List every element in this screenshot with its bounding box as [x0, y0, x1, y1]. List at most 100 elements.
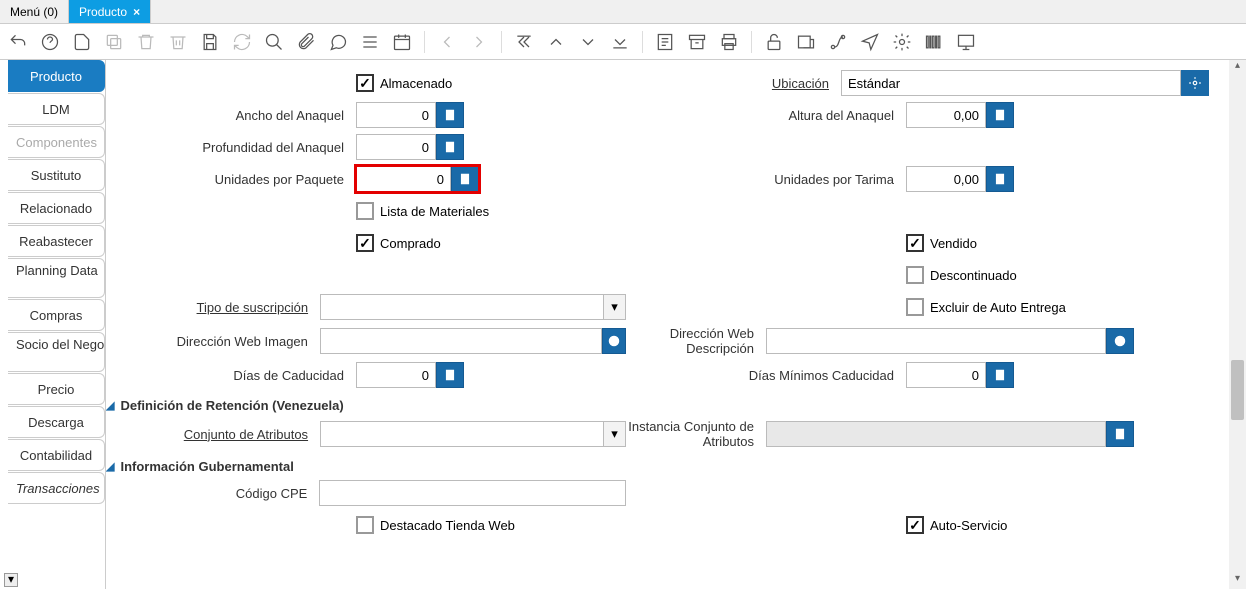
screen-icon[interactable] [956, 32, 976, 52]
close-icon[interactable]: × [133, 5, 140, 19]
sidebar-item-producto[interactable]: Producto [8, 60, 105, 92]
calendar-icon[interactable] [392, 32, 412, 52]
section-gubernamental[interactable]: ◢Información Gubernamental [106, 459, 1209, 474]
report-icon[interactable] [655, 32, 675, 52]
utar-input[interactable] [906, 166, 986, 192]
tab-menu[interactable]: Menú (0) [0, 0, 69, 23]
copy-icon[interactable] [104, 32, 124, 52]
sidebar-item-sustituto[interactable]: Sustituto [8, 159, 105, 191]
ica-input [766, 421, 1106, 447]
altura-calc-button[interactable] [986, 102, 1014, 128]
sidebar-item-transacciones[interactable]: Transacciones [8, 472, 105, 504]
sidebar-item-socio[interactable]: Socio del Negocio [8, 332, 105, 372]
catr-label[interactable]: Conjunto de Atributos [106, 427, 320, 442]
scroll-down-icon[interactable]: ▾ [1229, 573, 1246, 589]
gear-icon[interactable] [892, 32, 912, 52]
tab-producto[interactable]: Producto× [69, 0, 151, 23]
ubicacion-label[interactable]: Ubicación [561, 76, 841, 91]
help-icon[interactable] [40, 32, 60, 52]
sidebar-item-contabilidad[interactable]: Contabilidad [8, 439, 105, 471]
refresh-icon[interactable] [232, 32, 252, 52]
ancho-calc-button[interactable] [436, 102, 464, 128]
dwd-input[interactable] [766, 328, 1106, 354]
send-icon[interactable] [860, 32, 880, 52]
section-retencion[interactable]: ◢Definición de Retención (Venezuela) [106, 398, 1209, 413]
sidebar-item-precio[interactable]: Precio [8, 373, 105, 405]
first-icon[interactable] [514, 32, 534, 52]
down-icon[interactable] [578, 32, 598, 52]
next-icon[interactable] [469, 32, 489, 52]
delete2-icon[interactable] [168, 32, 188, 52]
new-icon[interactable] [72, 32, 92, 52]
dmcad-input[interactable] [906, 362, 986, 388]
ubicacion-input[interactable] [841, 70, 1181, 96]
lmat-label: Lista de Materiales [380, 204, 489, 219]
lmat-checkbox[interactable] [356, 202, 374, 220]
scrollbar[interactable]: ▴ ▾ [1229, 60, 1246, 589]
scroll-thumb[interactable] [1231, 360, 1244, 420]
list-icon[interactable] [360, 32, 380, 52]
vendido-checkbox[interactable] [906, 234, 924, 252]
chat-icon[interactable] [328, 32, 348, 52]
tsus-dropdown[interactable]: ▾ [320, 294, 626, 320]
sidebar-item-relacionado[interactable]: Relacionado [8, 192, 105, 224]
undo-icon[interactable] [8, 32, 28, 52]
ccpe-input[interactable] [319, 480, 626, 506]
sidebar-item-componentes[interactable]: Componentes [8, 126, 105, 158]
comprado-label: Comprado [380, 236, 441, 251]
save-icon[interactable] [200, 32, 220, 52]
almacenado-checkbox[interactable] [356, 74, 374, 92]
tsus-label[interactable]: Tipo de suscripción [106, 300, 320, 315]
ancho-label: Ancho del Anaquel [106, 108, 356, 123]
attachment-icon[interactable] [296, 32, 316, 52]
dcad-label: Días de Caducidad [106, 368, 356, 383]
delete-icon[interactable] [136, 32, 156, 52]
barcode-icon[interactable] [924, 32, 944, 52]
ica-button[interactable] [1106, 421, 1134, 447]
dwi-web-button[interactable] [602, 328, 626, 354]
zoom-icon[interactable] [796, 32, 816, 52]
sidebar-item-compras[interactable]: Compras [8, 299, 105, 331]
catr-dropdown[interactable]: ▾ [320, 421, 626, 447]
upaq-label: Unidades por Paquete [106, 172, 356, 187]
sidebar-scroll-down[interactable]: ▾ [4, 573, 18, 587]
prev-icon[interactable] [437, 32, 457, 52]
altura-input[interactable] [906, 102, 986, 128]
utar-label: Unidades por Tarima [626, 172, 906, 187]
dwd-web-button[interactable] [1106, 328, 1134, 354]
last-icon[interactable] [610, 32, 630, 52]
excl-label: Excluir de Auto Entrega [930, 300, 1066, 315]
autos-label: Auto-Servicio [930, 518, 1007, 533]
utar-calc-button[interactable] [986, 166, 1014, 192]
sidebar-item-reabastecer[interactable]: Reabastecer [8, 225, 105, 257]
locate-button[interactable] [1181, 70, 1209, 96]
chevron-down-icon[interactable]: ▾ [603, 295, 625, 319]
sidebar-item-descarga[interactable]: Descarga [8, 406, 105, 438]
sidebar-item-ldm[interactable]: LDM [8, 93, 105, 125]
prof-calc-button[interactable] [436, 134, 464, 160]
up-icon[interactable] [546, 32, 566, 52]
scroll-up-icon[interactable]: ▴ [1229, 60, 1246, 76]
print-icon[interactable] [719, 32, 739, 52]
dcad-input[interactable] [356, 362, 436, 388]
dmcad-calc-button[interactable] [986, 362, 1014, 388]
vendido-label: Vendido [930, 236, 977, 251]
toolbar [0, 24, 1246, 60]
workflow-icon[interactable] [828, 32, 848, 52]
chevron-down-icon[interactable]: ▾ [603, 422, 625, 446]
autos-checkbox[interactable] [906, 516, 924, 534]
descont-checkbox[interactable] [906, 266, 924, 284]
upaq-calc-button[interactable] [451, 166, 479, 192]
sidebar-item-planning[interactable]: Planning Data [8, 258, 105, 298]
dtw-checkbox[interactable] [356, 516, 374, 534]
excl-checkbox[interactable] [906, 298, 924, 316]
dwi-input[interactable] [320, 328, 602, 354]
upaq-input[interactable] [356, 166, 451, 192]
ancho-input[interactable] [356, 102, 436, 128]
lock-icon[interactable] [764, 32, 784, 52]
prof-input[interactable] [356, 134, 436, 160]
dcad-calc-button[interactable] [436, 362, 464, 388]
search-icon[interactable] [264, 32, 284, 52]
comprado-checkbox[interactable] [356, 234, 374, 252]
archive-icon[interactable] [687, 32, 707, 52]
